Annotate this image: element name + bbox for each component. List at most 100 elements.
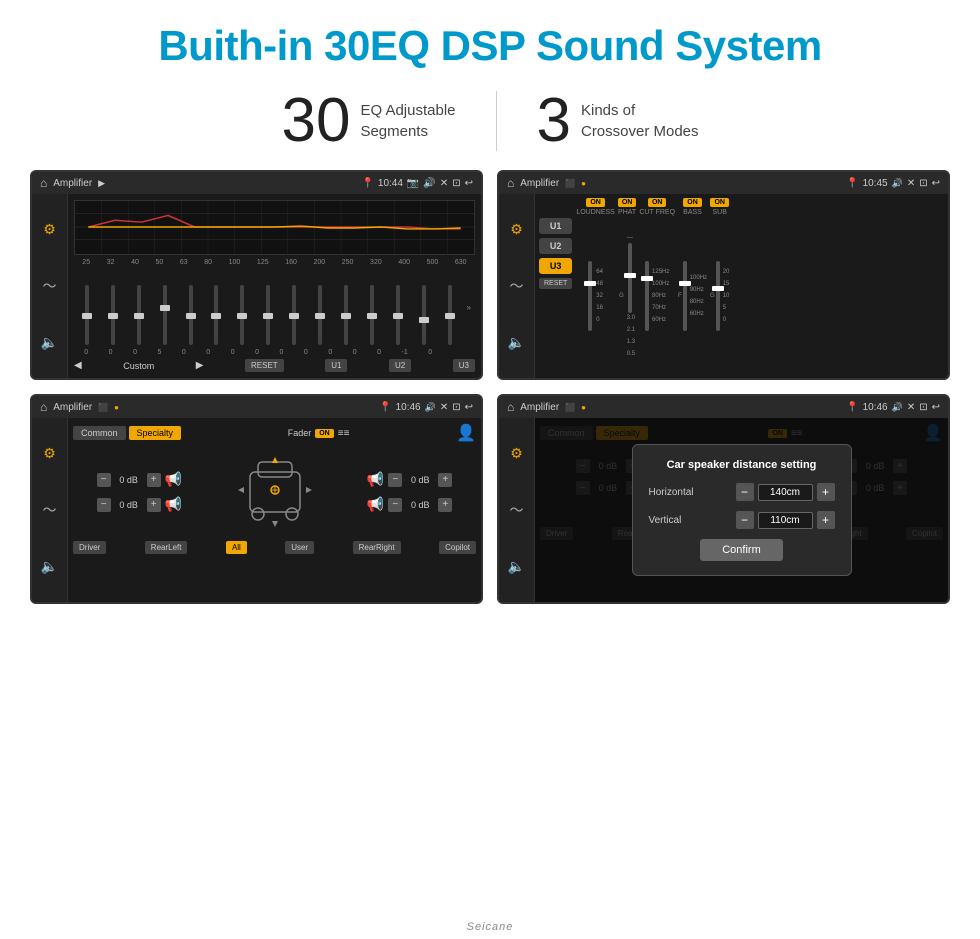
back-icon-2[interactable]: ↩ — [932, 178, 940, 189]
window-icon-4[interactable]: ⊡ — [919, 402, 927, 413]
vertical-label: Vertical — [649, 515, 714, 526]
vol-rr-plus[interactable]: + — [438, 498, 452, 512]
speaker-icon-4[interactable]: 🔈 — [508, 558, 525, 575]
page-header: Buith-in 30EQ DSP Sound System — [0, 0, 980, 80]
back-icon-4[interactable]: ↩ — [932, 402, 940, 413]
u3-preset-btn[interactable]: U3 — [539, 258, 572, 274]
speaker-icon-3[interactable]: 🔈 — [41, 558, 58, 575]
loudness-slider[interactable] — [588, 261, 592, 331]
vol-lr-minus[interactable]: − — [97, 498, 111, 512]
phat-label: PHAT — [618, 209, 636, 216]
eq-graph — [74, 200, 475, 255]
reset-btn[interactable]: RESET — [245, 359, 284, 372]
wave-icon-3[interactable]: 〜 — [43, 500, 57, 520]
u1-btn[interactable]: U1 — [325, 359, 347, 372]
sub-label: SUB — [713, 209, 727, 216]
common-tab[interactable]: Common — [73, 426, 126, 440]
dot-icon: ● — [581, 179, 586, 188]
specialty-tab[interactable]: Specialty — [129, 426, 182, 440]
fader-sliders-icon: ≡≡ — [338, 428, 350, 439]
horizontal-plus[interactable]: + — [817, 483, 835, 501]
eq-desc: EQ Adjustable Segments — [360, 100, 455, 142]
speaker-icon-2[interactable]: 🔈 — [508, 334, 525, 351]
channel-columns: ON LOUDNESS 644832160 — [576, 198, 944, 374]
eq-slider-7 — [233, 285, 251, 345]
home-icon[interactable]: ⌂ — [40, 176, 47, 190]
vol-icon-3: 🔊 — [425, 402, 436, 413]
rearleft-btn[interactable]: RearLeft — [145, 541, 188, 554]
vol-lf-minus[interactable]: − — [97, 473, 111, 487]
user-btn[interactable]: User — [285, 541, 314, 554]
eq-icon-2[interactable]: ⚙ — [510, 221, 523, 238]
all-btn[interactable]: All — [226, 541, 247, 554]
window-icon-3[interactable]: ⊡ — [452, 402, 460, 413]
window-icon[interactable]: ⊡ — [452, 178, 460, 189]
vol-rr-minus[interactable]: − — [388, 498, 402, 512]
vol-icon-2: 🔊 — [892, 178, 903, 189]
close-icon[interactable]: ✕ — [440, 178, 448, 189]
u3-btn[interactable]: U3 — [453, 359, 475, 372]
distance-dialog: Car speaker distance setting Horizontal … — [632, 444, 852, 576]
horizontal-row: Horizontal − 140cm + — [649, 483, 835, 501]
phat-slider[interactable] — [628, 243, 632, 313]
rearright-btn[interactable]: RearRight — [353, 541, 401, 554]
horizontal-minus[interactable]: − — [736, 483, 754, 501]
cutfreq-on[interactable]: ON — [648, 198, 667, 207]
eq-icon-4[interactable]: ⚙ — [510, 445, 523, 462]
dialog-overlay: Car speaker distance setting Horizontal … — [535, 418, 948, 602]
speaker-rr-icon: 📢 — [367, 496, 384, 513]
play-icon[interactable]: ▶ — [98, 178, 105, 189]
bass-on[interactable]: ON — [683, 198, 702, 207]
fader-control: Fader ON ≡≡ — [288, 428, 350, 439]
u1-preset-btn[interactable]: U1 — [539, 218, 572, 234]
more-icon[interactable]: » — [467, 303, 471, 312]
location-icon: 📍 — [361, 178, 373, 189]
close-icon-3[interactable]: ✕ — [440, 402, 448, 413]
home-icon-4[interactable]: ⌂ — [507, 400, 514, 414]
loudness-on[interactable]: ON — [586, 198, 605, 207]
ch-phat: ON PHAT G — — [618, 198, 637, 374]
vol-rf-minus[interactable]: − — [388, 473, 402, 487]
home-icon-2[interactable]: ⌂ — [507, 176, 514, 190]
vol-lr-plus[interactable]: + — [147, 498, 161, 512]
cutfreq-slider[interactable] — [645, 261, 649, 331]
phat-on[interactable]: ON — [618, 198, 637, 207]
eq-screen-title: Amplifier — [53, 178, 92, 189]
wave-icon-4[interactable]: 〜 — [510, 500, 524, 520]
prev-icon[interactable]: ◀ — [74, 360, 82, 371]
vertical-input: − 110cm + — [736, 511, 835, 529]
close-icon-4[interactable]: ✕ — [907, 402, 915, 413]
back-icon-3[interactable]: ↩ — [465, 402, 473, 413]
driver-btn[interactable]: Driver — [73, 541, 106, 554]
screen-crossover: ⌂ Amplifier ⬛ ● 📍 10:45 🔊 ✕ ⊡ ↩ ⚙ 〜 🔈 — [497, 170, 950, 380]
crossover-main: U1 U2 U3 RESET ON LOUDNESS — [535, 194, 948, 378]
eq-slider-12 — [363, 285, 381, 345]
vertical-plus[interactable]: + — [817, 511, 835, 529]
sub-on[interactable]: ON — [710, 198, 729, 207]
next-icon[interactable]: ▶ — [196, 360, 204, 371]
copilot-btn[interactable]: Copilot — [439, 541, 476, 554]
back-icon[interactable]: ↩ — [465, 178, 473, 189]
wave-icon[interactable]: 〜 — [43, 276, 57, 296]
reset-btn-crossover[interactable]: RESET — [539, 278, 572, 289]
speaker-icon[interactable]: 🔈 — [41, 334, 58, 351]
vol-rf-plus[interactable]: + — [438, 473, 452, 487]
window-icon-2[interactable]: ⊡ — [919, 178, 927, 189]
eq-labels: 2532405063 80100125160200 25032040050063… — [74, 259, 475, 266]
u2-preset-btn[interactable]: U2 — [539, 238, 572, 254]
page-title: Buith-in 30EQ DSP Sound System — [0, 22, 980, 70]
sub-slider[interactable] — [716, 261, 720, 331]
wave-icon-2[interactable]: 〜 — [510, 276, 524, 296]
u2-btn[interactable]: U2 — [389, 359, 411, 372]
screen-fader: ⌂ Amplifier ⬛ ● 📍 10:46 🔊 ✕ ⊡ ↩ ⚙ 〜 🔈 — [30, 394, 483, 604]
bass-label: BASS — [683, 209, 702, 216]
vertical-minus[interactable]: − — [736, 511, 754, 529]
bass-slider[interactable] — [683, 261, 687, 331]
eq-icon[interactable]: ⚙ — [43, 221, 56, 238]
confirm-button[interactable]: Confirm — [700, 539, 783, 561]
eq-icon-3[interactable]: ⚙ — [43, 445, 56, 462]
vol-lf-plus[interactable]: + — [147, 473, 161, 487]
screen-eq: ⌂ Amplifier ▶ 📍 10:44 📷 🔊 ✕ ⊡ ↩ ⚙ 〜 🔈 — [30, 170, 483, 380]
close-icon-2[interactable]: ✕ — [907, 178, 915, 189]
home-icon-3[interactable]: ⌂ — [40, 400, 47, 414]
